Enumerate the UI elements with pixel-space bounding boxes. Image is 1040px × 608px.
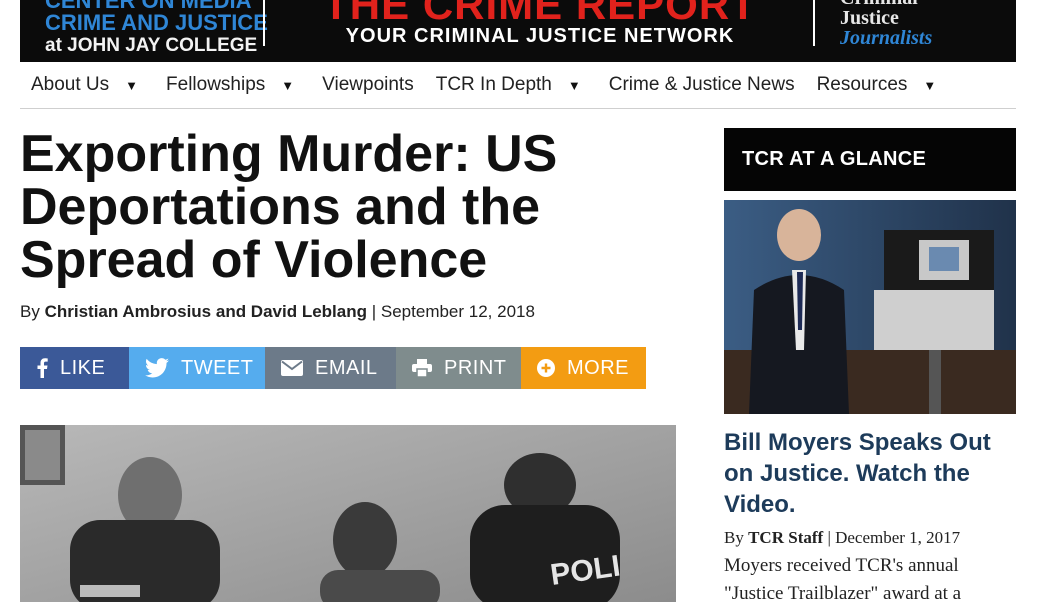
article-authors[interactable]: Christian Ambrosius and David Leblang xyxy=(45,302,367,321)
caret-down-icon: ▼ xyxy=(281,77,295,93)
print-label: PRINT xyxy=(444,356,507,379)
nav-item-label: Resources xyxy=(816,74,908,95)
nav-item-label: Viewpoints xyxy=(322,74,414,95)
header-divider xyxy=(813,0,815,46)
tweet-label: TWEET xyxy=(181,356,254,379)
facebook-like-button[interactable]: LIKE xyxy=(20,347,129,389)
center-on-media-logo[interactable]: CENTER ON MEDIA CRIME AND JUSTICE at JOH… xyxy=(45,0,268,55)
printer-icon xyxy=(412,359,432,377)
byline-separator: | xyxy=(827,528,831,547)
feature-excerpt: Moyers received TCR's annual "Justice Tr… xyxy=(724,555,962,604)
police-officers-photo: POLI xyxy=(20,425,676,602)
crime-report-logo[interactable]: THE CRIME REPORT YOUR CRIMINAL JUSTICE N… xyxy=(290,0,790,46)
envelope-icon xyxy=(281,360,303,376)
facebook-icon xyxy=(36,358,48,378)
feature-byline: By TCR Staff | December 1, 2017 xyxy=(724,528,960,548)
cjj-line-3: Journalists xyxy=(840,27,933,49)
main-nav: About Us ▼ Fellowships ▼ Viewpoints TCR … xyxy=(20,62,1016,109)
feature-author[interactable]: TCR Staff xyxy=(748,528,823,547)
bill-moyers-photo xyxy=(724,200,1016,414)
header-divider xyxy=(263,0,265,46)
article-date: September 12, 2018 xyxy=(380,302,535,321)
nav-item-label: Crime & Justice News xyxy=(608,74,795,95)
nav-item-label: Fellowships xyxy=(166,74,266,95)
article-title: Exporting Murder: US Deportations and th… xyxy=(20,125,558,289)
more-label: MORE xyxy=(567,356,629,379)
nav-item-fellowships[interactable]: Fellowships ▼ xyxy=(166,74,300,96)
site-title: THE CRIME REPORT xyxy=(323,0,757,28)
twitter-icon xyxy=(145,358,169,378)
print-button[interactable]: PRINT xyxy=(396,347,521,389)
caret-down-icon: ▼ xyxy=(125,77,139,93)
site-tagline: YOUR CRIMINAL JUSTICE NETWORK xyxy=(345,25,735,47)
feature-image[interactable] xyxy=(724,200,1016,414)
nav-item-viewpoints[interactable]: Viewpoints xyxy=(322,74,414,96)
caret-down-icon: ▼ xyxy=(567,77,581,93)
byline-prefix: By xyxy=(724,528,744,547)
share-bar: LIKE TWEET EMAIL PRINT MORE xyxy=(20,347,646,389)
more-share-button[interactable]: MORE xyxy=(521,347,646,389)
site-header-banner[interactable]: CENTER ON MEDIA CRIME AND JUSTICE at JOH… xyxy=(20,0,1016,62)
email-label: EMAIL xyxy=(315,356,378,379)
article-byline: By Christian Ambrosius and David Leblang… xyxy=(20,302,535,322)
feature-date: December 1, 2017 xyxy=(835,528,961,547)
article-hero-image: POLI xyxy=(20,425,676,602)
nav-item-about-us[interactable]: About Us ▼ xyxy=(31,74,144,96)
nav-item-tcr-in-depth[interactable]: TCR In Depth ▼ xyxy=(436,74,587,96)
nav-item-label: TCR In Depth xyxy=(435,74,552,95)
cjj-logo[interactable]: Criminal Justice Journalists xyxy=(840,0,932,48)
like-label: LIKE xyxy=(60,356,106,379)
byline-separator: | xyxy=(371,302,377,321)
logo-line-2: CRIME AND JUSTICE xyxy=(45,10,268,35)
feature-headline[interactable]: Bill Moyers Speaks Out on Justice. Watch… xyxy=(724,427,1016,520)
email-button[interactable]: EMAIL xyxy=(265,347,396,389)
plus-circle-icon xyxy=(537,359,555,377)
cjj-line-2: Justice xyxy=(840,7,899,29)
nav-item-label: About Us xyxy=(31,74,110,95)
logo-line-3: at JOHN JAY COLLEGE xyxy=(45,35,258,56)
byline-prefix: By xyxy=(20,302,40,321)
nav-item-crime-justice-news[interactable]: Crime & Justice News xyxy=(609,74,795,96)
nav-item-resources[interactable]: Resources ▼ xyxy=(817,74,943,96)
tweet-button[interactable]: TWEET xyxy=(129,347,265,389)
sidebar-heading: TCR AT A GLANCE xyxy=(724,128,1016,191)
caret-down-icon: ▼ xyxy=(923,77,937,93)
